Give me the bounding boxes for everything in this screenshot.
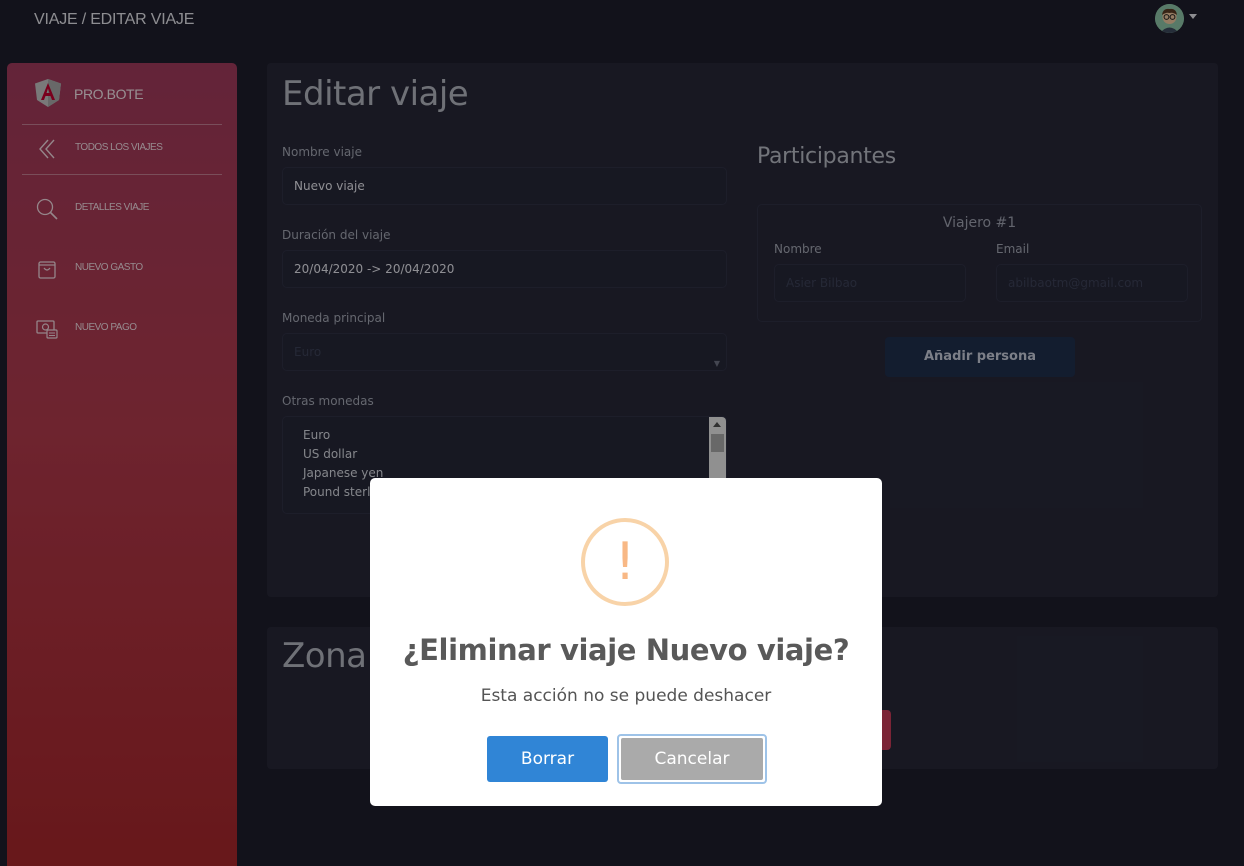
warning-mark: ! [614,532,636,592]
dialog-title: ¿Eliminar viaje Nuevo viaje? [402,633,850,667]
cancel-button[interactable]: Cancelar [617,734,767,784]
warning-icon: ! [581,518,669,606]
cancel-button-label[interactable]: Cancelar [621,738,763,780]
confirm-delete-button[interactable]: Borrar [487,736,608,782]
dialog-message: Esta acción no se puede deshacer [480,686,772,706]
confirm-dialog: ! ¿Eliminar viaje Nuevo viaje? Esta acci… [370,478,882,806]
